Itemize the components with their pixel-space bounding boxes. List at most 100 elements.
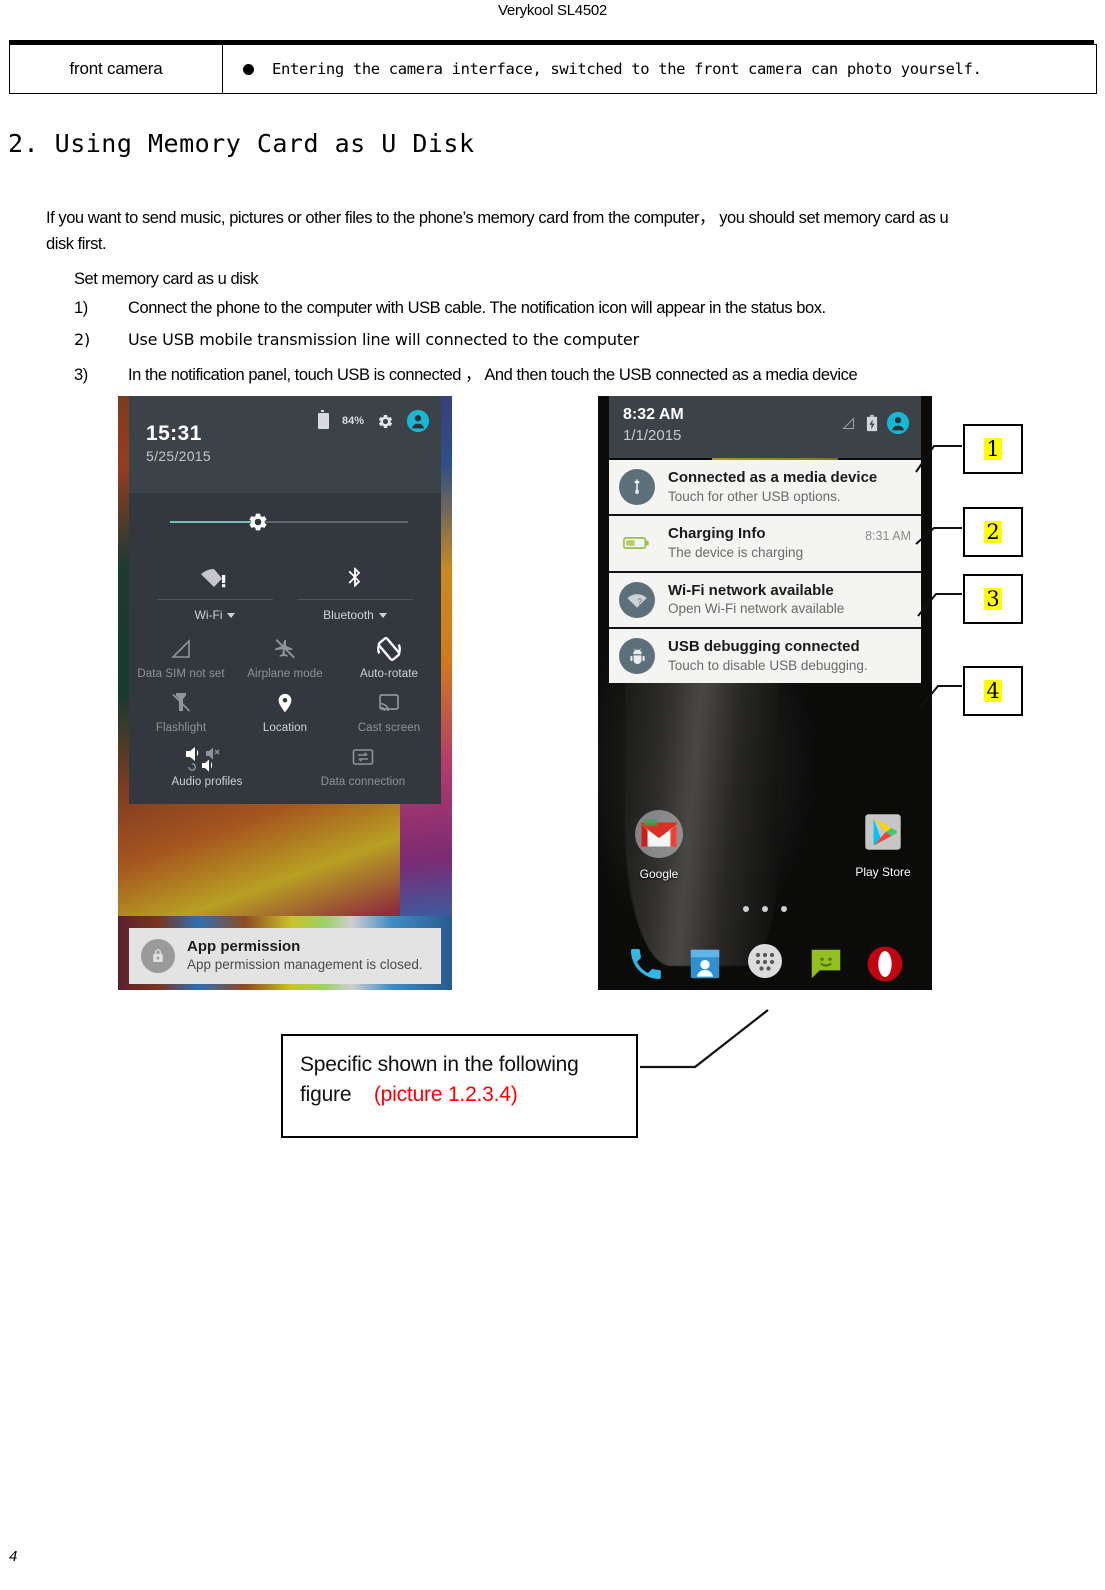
screenshot-notification-panel: 8:32 AM 1/1/2015 Connected as a media de… [598, 396, 932, 990]
feature-description: Entering the camera interface, switched … [272, 60, 982, 78]
tile-auto-rotate[interactable]: Auto-rotate [337, 630, 441, 684]
app-label: Play Store [855, 865, 911, 879]
quick-settings-panel: 84% 15:31 5/25/2015 Wi-Fi Bluetooth Data… [129, 396, 441, 804]
user-avatar-icon[interactable] [407, 410, 429, 432]
app-drawer-icon[interactable] [745, 941, 785, 986]
notification-title: Wi-Fi network available [668, 581, 834, 599]
step-index: 1) [74, 299, 88, 317]
sub-heading: Set memory card as u disk [74, 270, 259, 288]
section-heading: 2. Using Memory Card as U Disk [8, 129, 475, 158]
contacts-icon[interactable] [687, 946, 723, 982]
caption-leader-line [640, 1009, 769, 1069]
tile-flashlight[interactable]: Flashlight [129, 684, 233, 738]
brightness-knob-icon[interactable] [247, 511, 269, 533]
status-row: 84% [317, 410, 429, 432]
step-text: Connect the phone to the computer with U… [128, 299, 826, 317]
notification-list: Connected as a media device Touch for ot… [609, 460, 921, 684]
tile-row-3: Audio profiles Data connection [129, 738, 441, 792]
intro-paragraph-line1: If you want to send music, pictures or o… [46, 209, 949, 227]
toggle-row: Wi-Fi Bluetooth [129, 549, 441, 630]
audio-profiles-icon [129, 738, 285, 776]
battery-charging-icon [619, 525, 655, 561]
tile-audio-profiles[interactable]: Audio profiles [129, 738, 285, 792]
tile-label: Cast screen [357, 722, 421, 734]
toggle-label: Bluetooth [285, 608, 425, 628]
tile-label: Data connection [320, 776, 406, 788]
notification-app-permission[interactable]: App permission App permission management… [129, 928, 441, 984]
notification-media-device[interactable]: Connected as a media device Touch for ot… [609, 460, 921, 517]
notification-charging-info[interactable]: Charging Info The device is charging 8:3… [609, 516, 921, 573]
notification-subtitle: Touch for other USB options. [668, 488, 841, 504]
wifi-alert-icon [145, 555, 285, 599]
wifi-question-icon: ? [619, 581, 655, 618]
app-icon-play-store[interactable]: Play Store [847, 807, 919, 879]
android-debug-icon [619, 638, 655, 675]
feature-label: front camera [69, 59, 163, 78]
signal-triangle-icon [842, 416, 854, 429]
tile-row-2: Flashlight Location Cast screen [129, 684, 441, 738]
step-text: Use USB mobile transmission line will co… [128, 330, 639, 349]
tile-label: Airplane mode [247, 668, 323, 680]
callout-box-4: 4 [963, 666, 1023, 716]
notification-title: Charging Info [668, 525, 766, 543]
brightness-slider[interactable] [129, 493, 441, 549]
tile-data-sim[interactable]: Data SIM not set [129, 630, 233, 684]
status-icons [840, 412, 909, 434]
phone-icon[interactable] [626, 944, 666, 984]
feature-table: front camera Entering the camera interfa… [9, 44, 1097, 94]
tile-row-1: Data SIM not set Airplane mode Auto-rota… [129, 630, 441, 684]
slider-fill [170, 521, 255, 523]
chevron-down-icon[interactable] [378, 613, 387, 619]
app-icon-google[interactable]: Google [623, 809, 695, 881]
step-text: In the notification panel, touch USB is … [128, 366, 858, 384]
messaging-icon[interactable] [807, 945, 845, 983]
table-row: front camera Entering the camera interfa… [9, 44, 1097, 94]
running-header: Verykool SL4502 [498, 2, 607, 19]
toggle-divider [157, 599, 273, 600]
toggle-wifi[interactable]: Wi-Fi [145, 555, 285, 628]
notification-title: Connected as a media device [668, 469, 878, 486]
usb-icon [619, 469, 655, 506]
step-item-1: 1) Connect the phone to the computer wit… [74, 299, 1074, 330]
user-avatar-icon[interactable] [887, 412, 909, 434]
notification-usb-debugging[interactable]: USB debugging connected Touch to disable… [609, 628, 921, 684]
tile-data-connection[interactable]: Data connection [285, 738, 441, 792]
toggle-bluetooth[interactable]: Bluetooth [285, 555, 425, 628]
play-store-icon [865, 814, 901, 850]
clock-time: 15:31 [146, 422, 202, 445]
tile-location[interactable]: Location [233, 684, 337, 738]
data-connection-icon [285, 738, 441, 776]
tile-label: Location [262, 722, 308, 734]
opera-icon[interactable] [866, 945, 904, 983]
intro-paragraph-line2: disk first. [46, 235, 107, 253]
dock [609, 941, 921, 986]
caption-line-2: figure (picture 1.2.3.4) [300, 1080, 636, 1110]
gear-icon[interactable] [377, 413, 394, 430]
quick-settings-body: Wi-Fi Bluetooth Data SIM not set Airplan… [129, 493, 441, 804]
bullet-icon [243, 63, 254, 75]
status-time: 8:32 AM [623, 406, 684, 423]
tile-label: Audio profiles [171, 776, 243, 788]
battery-charging-icon [866, 414, 878, 431]
page-indicator-dots [743, 906, 787, 912]
callout-number: 1 [984, 436, 1002, 461]
page-dot [781, 906, 787, 912]
tile-cast-screen[interactable]: Cast screen [337, 684, 441, 738]
steps-list: 1) Connect the phone to the computer wit… [74, 299, 1074, 392]
tile-label: Flashlight [155, 722, 207, 734]
tile-airplane-mode[interactable]: Airplane mode [233, 630, 337, 684]
table-cell-label: front camera [9, 44, 223, 94]
clock-date: 5/25/2015 [146, 448, 211, 464]
wifi-label: Wi-Fi [194, 608, 223, 622]
toggle-label: Wi-Fi [145, 608, 285, 628]
notification-wifi-available[interactable]: ? Wi-Fi network available Open Wi-Fi net… [609, 572, 921, 629]
callout-number: 3 [984, 586, 1002, 611]
notification-title: USB debugging connected [668, 637, 860, 655]
home-screen: Google Play Store [609, 721, 921, 990]
caption-figure-word: figure [300, 1083, 352, 1107]
chevron-down-icon[interactable] [227, 613, 236, 619]
tile-label: Data SIM not set [137, 668, 225, 680]
notification-subtitle: The device is charging [668, 545, 804, 561]
notification-subtitle: App permission management is closed. [187, 957, 423, 973]
battery-icon [317, 410, 329, 429]
